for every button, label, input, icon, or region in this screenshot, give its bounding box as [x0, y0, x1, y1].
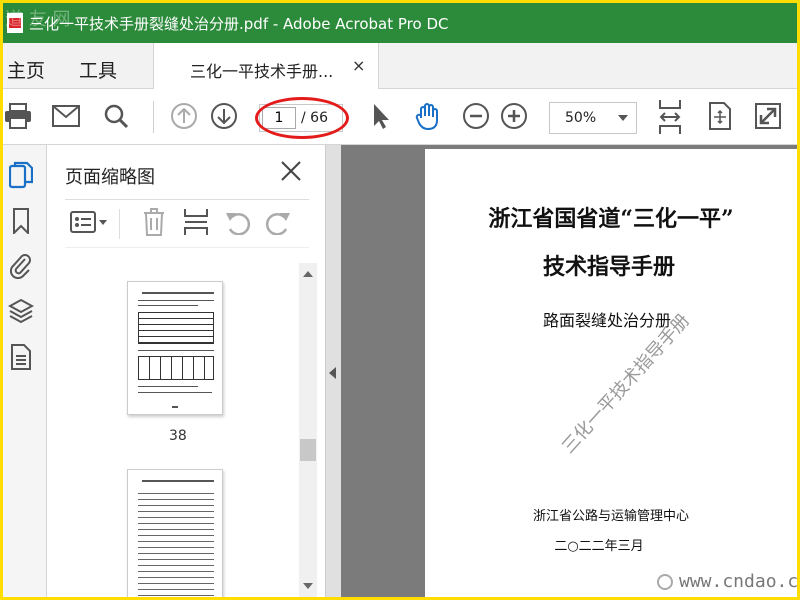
zoom-select[interactable]: 50%: [549, 102, 637, 134]
thumbnail-table: [138, 356, 214, 380]
thumbnail-line: [142, 480, 214, 482]
tab-tools[interactable]: 工具: [79, 56, 117, 83]
scroll-up-icon[interactable]: [303, 271, 313, 277]
page-thumbnail[interactable]: [127, 281, 223, 415]
document-title-line1: 浙江省国省道“三化一平”: [488, 206, 734, 232]
hand-tool-icon[interactable]: [413, 101, 443, 131]
title-bar: 三化一平技术手册裂缝处治分册.pdf - Adobe Acrobat Pro D…: [3, 3, 797, 43]
thumbnails-panel: 页面缩略图 38: [47, 145, 325, 597]
options-menu-icon[interactable]: [67, 207, 111, 237]
panel-divider: [65, 199, 309, 200]
page-up-icon[interactable]: [169, 101, 199, 131]
zoom-value: 50%: [565, 110, 597, 126]
document-date: 二○二二年三月: [554, 539, 644, 554]
thumbnail-line: [138, 305, 198, 306]
bookmark-icon[interactable]: [7, 207, 35, 235]
rotate-right-icon[interactable]: [263, 207, 293, 237]
thumbnail-line: [138, 350, 214, 351]
tab-document-label: 三化一平技术手册...: [190, 62, 334, 81]
rotate-left-icon[interactable]: [223, 207, 253, 237]
layers-icon[interactable]: [7, 297, 35, 325]
document-title-line2: 技术指导手册: [542, 254, 675, 280]
toolbar: / 66 50%: [3, 89, 797, 145]
fit-page-icon[interactable]: [705, 101, 735, 131]
window-title: 三化一平技术手册裂缝处治分册.pdf - Adobe Acrobat Pro D…: [29, 14, 449, 33]
panel-title: 页面缩略图: [65, 167, 155, 188]
tab-document[interactable]: 三化一平技术手册... ×: [153, 43, 379, 89]
thumbnail-line: [138, 392, 212, 393]
search-icon[interactable]: [101, 101, 131, 131]
document-page: 浙江省国省道“三化一平” 技术指导手册 路面裂缝处治分册 三化一平技术指导手册 …: [425, 149, 797, 597]
collapse-arrow-icon[interactable]: [329, 367, 336, 379]
panel-tool-divider: [119, 209, 120, 239]
navigation-rail: [3, 145, 47, 597]
thumbnails-scrollbar[interactable]: [299, 263, 317, 597]
rail-active-pointer: [37, 167, 46, 185]
scroll-down-icon[interactable]: [303, 583, 313, 589]
app-window: 三化一平技术手册裂缝处治分册.pdf - Adobe Acrobat Pro D…: [3, 3, 797, 597]
fit-width-icon[interactable]: [655, 97, 685, 137]
document-viewer: 浙江省国省道“三化一平” 技术指导手册 路面裂缝处治分册 三化一平技术指导手册 …: [341, 145, 797, 597]
insert-page-icon[interactable]: [181, 207, 211, 237]
thumbnail-line: [172, 406, 178, 408]
page-thumbnail[interactable]: [127, 469, 223, 597]
mail-icon[interactable]: [51, 101, 81, 131]
document-properties-icon[interactable]: [7, 343, 35, 371]
zoom-out-icon[interactable]: [461, 101, 491, 131]
site-logo-icon: [657, 574, 673, 590]
select-cursor-icon[interactable]: [365, 101, 395, 131]
zoom-in-icon[interactable]: [499, 101, 529, 131]
thumbnail-table: [138, 312, 214, 344]
panel-splitter[interactable]: [325, 145, 341, 597]
tab-home[interactable]: 主页: [7, 56, 45, 83]
document-subtitle: 路面裂缝处治分册: [542, 311, 671, 330]
corner-watermark: 道 友 网: [5, 9, 71, 30]
thumbnail-line: [142, 292, 214, 294]
toolbar-divider: [153, 101, 154, 133]
thumbnail-page-number: 38: [169, 428, 187, 444]
tab-row: 主页 工具 三化一平技术手册... ×: [3, 43, 797, 89]
highlight-oval: [255, 97, 349, 139]
delete-icon[interactable]: [139, 207, 169, 237]
panel-close-icon[interactable]: [279, 159, 303, 183]
thumbnail-line: [138, 300, 214, 301]
chevron-down-icon: [618, 115, 628, 121]
thumbnail-text-block: [138, 488, 214, 597]
thumbnail-line: [138, 386, 198, 387]
page-thumbnails-icon[interactable]: [7, 161, 35, 189]
attachment-icon[interactable]: [7, 251, 35, 279]
panel-divider-2: [65, 247, 309, 248]
site-watermark: www.cndao.com: [657, 571, 797, 592]
print-icon[interactable]: [3, 101, 33, 131]
document-organization: 浙江省公路与运输管理中心: [532, 509, 689, 524]
fullscreen-icon[interactable]: [753, 101, 783, 131]
scroll-thumb[interactable]: [300, 439, 316, 461]
site-watermark-text: www.cndao.com: [679, 571, 797, 592]
tab-close-button[interactable]: ×: [352, 56, 365, 75]
page-down-icon[interactable]: [209, 101, 239, 131]
